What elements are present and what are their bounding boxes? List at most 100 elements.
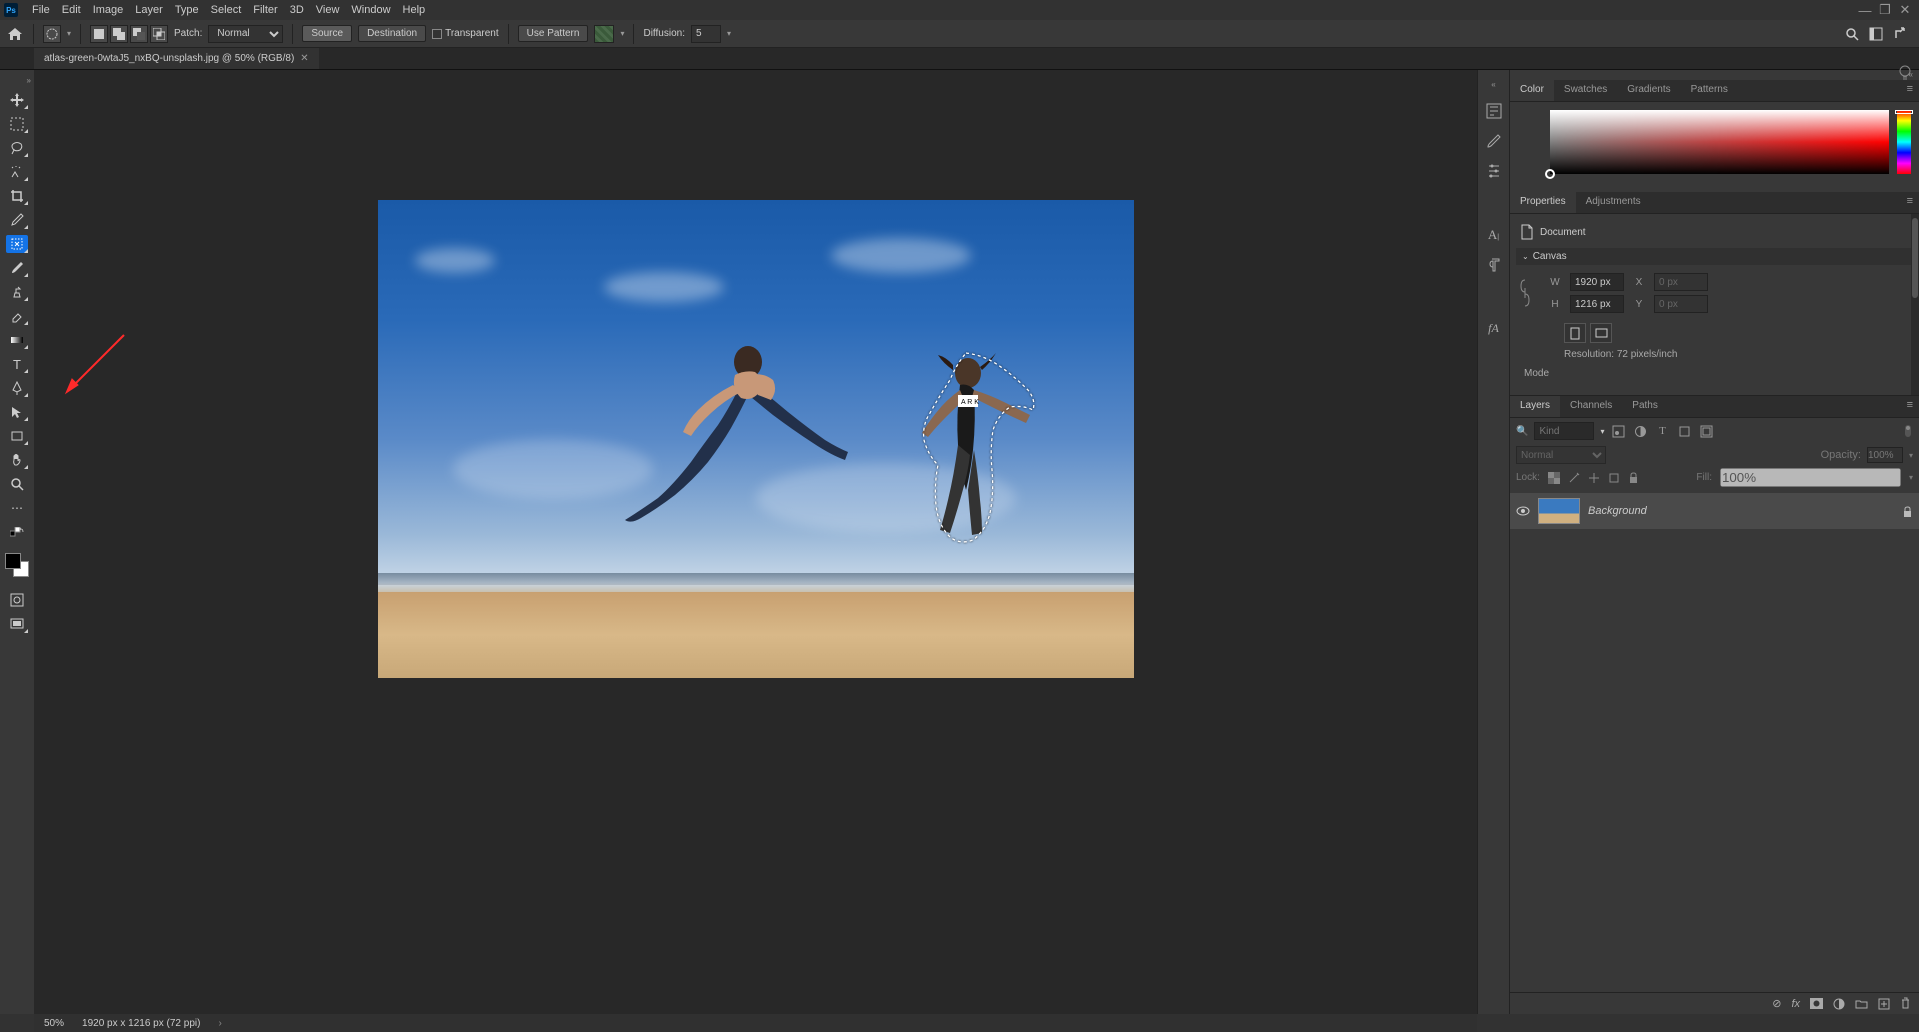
patch-destination-button[interactable]: Destination (358, 25, 426, 42)
patch-source-button[interactable]: Source (302, 25, 352, 42)
quick-mask-icon[interactable] (6, 591, 28, 609)
type-tool[interactable]: T (6, 355, 28, 373)
quick-selection-tool[interactable] (6, 163, 28, 181)
menu-type[interactable]: Type (169, 2, 205, 18)
pattern-swatch[interactable] (594, 25, 614, 43)
width-input[interactable] (1570, 273, 1624, 291)
layers-tab[interactable]: Layers (1510, 396, 1560, 417)
patch-tool-preset-icon[interactable] (43, 25, 61, 43)
history-panel-icon[interactable] (1486, 103, 1502, 119)
swatches-tab[interactable]: Swatches (1554, 80, 1617, 101)
selection-subtract-icon[interactable] (130, 25, 148, 43)
menu-filter[interactable]: Filter (247, 2, 283, 18)
search-icon[interactable] (1845, 27, 1859, 41)
menu-help[interactable]: Help (397, 2, 432, 18)
collapse-dock-icon[interactable]: « (1510, 70, 1919, 80)
toolbar-collapse-icon[interactable]: » (27, 76, 31, 85)
delete-layer-icon[interactable] (1900, 997, 1911, 1010)
layer-group-icon[interactable] (1855, 998, 1868, 1009)
new-layer-icon[interactable] (1878, 998, 1890, 1010)
canvas-section-header[interactable]: ⌄ Canvas (1516, 248, 1913, 265)
status-chevron-icon[interactable]: › (218, 1018, 221, 1029)
path-selection-tool[interactable] (6, 403, 28, 421)
hue-slider[interactable] (1897, 110, 1911, 174)
filter-adjustment-icon[interactable] (1632, 423, 1648, 439)
color-tab[interactable]: Color (1510, 80, 1554, 101)
document-tab[interactable]: atlas-green-0wtaJ5_nxBQ-unsplash.jpg @ 5… (34, 48, 319, 69)
pen-tool[interactable] (6, 379, 28, 397)
filter-shape-icon[interactable] (1676, 423, 1692, 439)
layer-visibility-icon[interactable] (1516, 506, 1530, 516)
paragraph-panel-icon[interactable] (1486, 257, 1502, 273)
eyedropper-tool[interactable] (6, 211, 28, 229)
close-tab-icon[interactable]: ✕ (300, 53, 308, 64)
link-layers-icon[interactable]: ⊘ (1772, 997, 1781, 1010)
layer-filter-input[interactable] (1534, 422, 1594, 440)
patterns-tab[interactable]: Patterns (1681, 80, 1738, 101)
menu-image[interactable]: Image (87, 2, 130, 18)
menu-view[interactable]: View (310, 2, 346, 18)
portrait-orientation-button[interactable] (1564, 323, 1586, 343)
landscape-orientation-button[interactable] (1590, 323, 1612, 343)
lasso-tool[interactable] (6, 139, 28, 157)
selection-add-icon[interactable] (110, 25, 128, 43)
use-pattern-button[interactable]: Use Pattern (518, 25, 589, 42)
share-icon[interactable] (1893, 27, 1907, 41)
color-spectrum[interactable] (1550, 110, 1889, 174)
gradients-tab[interactable]: Gradients (1617, 80, 1680, 101)
properties-panel-menu-icon[interactable]: ≡ (1901, 192, 1919, 213)
zoom-level[interactable]: 50% (44, 1018, 64, 1029)
adjustment-layer-icon[interactable] (1833, 998, 1845, 1010)
hand-tool[interactable] (6, 451, 28, 469)
layer-row[interactable]: Background (1510, 493, 1919, 529)
home-icon[interactable] (6, 26, 24, 42)
transparent-checkbox[interactable]: Transparent (432, 28, 499, 39)
menu-edit[interactable]: Edit (56, 2, 87, 18)
foreground-background-colors[interactable] (5, 553, 29, 577)
properties-tab[interactable]: Properties (1510, 192, 1576, 213)
window-minimize-icon[interactable]: — (1855, 3, 1875, 18)
selection-new-icon[interactable] (90, 25, 108, 43)
patch-mode-select[interactable]: Normal (208, 25, 283, 43)
selection-intersect-icon[interactable] (150, 25, 168, 43)
filter-toggle-icon[interactable] (1903, 424, 1913, 438)
layer-name[interactable]: Background (1588, 505, 1647, 517)
zoom-tool[interactable] (6, 475, 28, 493)
rectangle-tool[interactable] (6, 427, 28, 445)
diffusion-input[interactable] (691, 25, 721, 43)
paths-tab[interactable]: Paths (1622, 396, 1668, 417)
filter-type-icon[interactable]: T (1654, 423, 1670, 439)
brushes-panel-icon[interactable] (1486, 133, 1502, 149)
adjustments-tab[interactable]: Adjustments (1576, 192, 1651, 213)
gradient-tool[interactable] (6, 331, 28, 349)
lock-all-icon[interactable] (1628, 472, 1639, 484)
swap-colors-icon[interactable] (6, 523, 28, 541)
window-maximize-icon[interactable]: ❐ (1875, 2, 1895, 18)
menu-window[interactable]: Window (345, 2, 396, 18)
layers-panel-menu-icon[interactable]: ≡ (1901, 396, 1919, 417)
menu-file[interactable]: File (26, 2, 56, 18)
filter-smart-icon[interactable] (1698, 423, 1714, 439)
edit-toolbar-icon[interactable]: ⋯ (6, 499, 28, 517)
eraser-tool[interactable] (6, 307, 28, 325)
tips-lightbulb-icon[interactable] (1895, 64, 1915, 84)
screen-mode-icon[interactable] (6, 615, 28, 633)
properties-scrollbar[interactable] (1911, 214, 1919, 395)
glyphs-panel-icon[interactable]: fA (1488, 321, 1499, 336)
channels-tab[interactable]: Channels (1560, 396, 1622, 417)
link-dimensions-icon[interactable] (1520, 278, 1544, 308)
marquee-tool[interactable] (6, 115, 28, 133)
height-input[interactable] (1570, 295, 1624, 313)
window-close-icon[interactable]: ✕ (1895, 2, 1915, 18)
lock-artboard-icon[interactable] (1608, 472, 1620, 484)
filter-pixel-icon[interactable] (1610, 423, 1626, 439)
clone-stamp-tool[interactable] (6, 283, 28, 301)
layer-mask-icon[interactable] (1810, 998, 1823, 1009)
character-panel-icon[interactable]: A| (1488, 227, 1499, 243)
menu-select[interactable]: Select (205, 2, 248, 18)
expand-dock-icon[interactable]: « (1491, 80, 1495, 89)
brush-tool[interactable] (6, 259, 28, 277)
lock-transparent-icon[interactable] (1548, 472, 1560, 484)
layer-fx-icon[interactable]: fx (1791, 998, 1800, 1010)
lock-position-icon[interactable] (1588, 472, 1600, 484)
